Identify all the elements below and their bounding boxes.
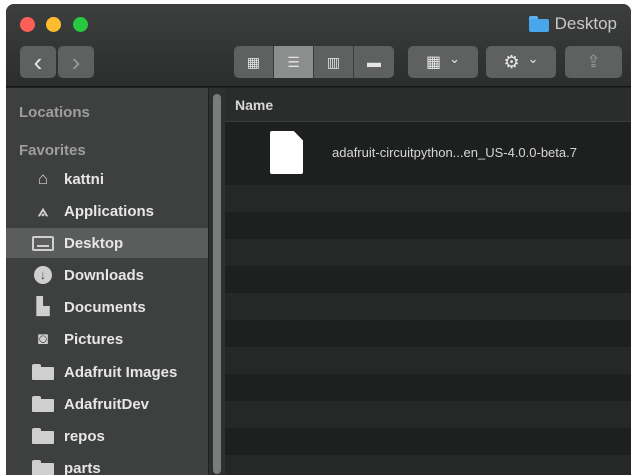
sidebar-item-adafruit-images[interactable]: Adafruit Images — [6, 357, 208, 387]
sidebar-item-label: Documents — [64, 298, 146, 316]
gallery-view-button[interactable]: ▬ — [354, 46, 394, 78]
empty-row — [225, 428, 631, 455]
sidebar-locations-header: Locations — [19, 104, 90, 121]
folder-icon — [32, 394, 54, 414]
sidebar-item-label: Downloads — [64, 266, 145, 284]
empty-row — [225, 239, 631, 266]
folder-icon — [528, 16, 549, 32]
minimize-button[interactable] — [46, 17, 61, 32]
sidebar-item-label: Applications — [64, 202, 155, 220]
empty-row — [225, 212, 631, 239]
column-header-label: Name — [235, 96, 274, 113]
gallery-view-icon: ▬ — [367, 54, 381, 70]
finder-window: Desktop ‹ › ▦ ☰ ▥ ▬ ▦ ⌄ ⚙ ⌄ ⇪ Locations … — [6, 4, 631, 475]
empty-row — [225, 347, 631, 374]
window-title-text: Desktop — [554, 14, 617, 33]
column-header-name[interactable]: Name — [225, 88, 631, 122]
file-row[interactable]: adafruit-circuitpython...en_US-4.0.0-bet… — [225, 123, 631, 185]
empty-row — [225, 266, 631, 293]
view-mode-control: ▦ ☰ ▥ ▬ — [234, 46, 394, 78]
file-list: Name adafruit-circuitpython...en_US-4.0.… — [225, 88, 631, 475]
home-icon: ⌂ — [37, 169, 49, 188]
window-title: Desktop — [528, 14, 617, 34]
maximize-button[interactable] — [73, 17, 88, 32]
column-view-icon: ▥ — [326, 53, 341, 70]
column-view-button[interactable]: ▥ — [314, 46, 354, 78]
sidebar-item-documents[interactable]: ▙ Documents — [6, 292, 208, 322]
empty-row — [225, 293, 631, 320]
action-button[interactable]: ⚙ ⌄ — [486, 46, 556, 78]
folder-icon — [32, 458, 54, 475]
sidebar-item-label: AdafruitDev — [64, 395, 150, 413]
sidebar-item-adafruitdev[interactable]: AdafruitDev — [6, 389, 208, 419]
back-button[interactable]: ‹ — [20, 46, 56, 78]
sidebar-item-kattni[interactable]: ⌂ kattni — [6, 164, 208, 194]
close-button[interactable] — [20, 17, 35, 32]
share-button[interactable]: ⇪ — [565, 46, 622, 78]
forward-button[interactable]: › — [58, 46, 94, 78]
folder-icon — [32, 362, 54, 382]
gear-icon: ⚙ — [503, 51, 520, 72]
folder-icon — [32, 426, 54, 446]
share-icon: ⇪ — [586, 52, 601, 71]
sidebar-item-label: parts — [64, 459, 101, 475]
toolbar: Desktop ‹ › ▦ ☰ ▥ ▬ ▦ ⌄ ⚙ ⌄ ⇪ — [6, 4, 631, 87]
sidebar-scrollbar-thumb[interactable] — [213, 94, 221, 474]
chevron-down-icon: ⌄ — [449, 51, 461, 66]
empty-row — [225, 185, 631, 212]
document-icon — [270, 131, 303, 174]
sidebar-item-parts[interactable]: parts — [6, 453, 208, 475]
sidebar-item-downloads[interactable]: ↓ Downloads — [6, 260, 208, 290]
chevron-down-icon: ⌄ — [527, 51, 539, 66]
documents-icon: ▙ — [36, 297, 50, 316]
sidebar-item-label: repos — [64, 427, 105, 445]
chevron-left-icon: ‹ — [33, 47, 43, 77]
arrange-button[interactable]: ▦ ⌄ — [408, 46, 478, 78]
empty-row — [225, 320, 631, 347]
list-view-button[interactable]: ☰ — [274, 46, 314, 78]
sidebar-item-desktop[interactable]: Desktop — [6, 228, 208, 258]
arrange-icon: ▦ — [425, 54, 442, 71]
empty-row — [225, 374, 631, 401]
sidebar: Locations Favorites ⌂ kattni ⟑ Applicati… — [6, 88, 208, 475]
chevron-right-icon: › — [71, 47, 81, 77]
empty-row — [225, 455, 631, 475]
sidebar-item-repos[interactable]: repos — [6, 421, 208, 451]
icon-view-button[interactable]: ▦ — [234, 46, 274, 78]
pictures-icon: ◙ — [37, 329, 49, 348]
sidebar-scrollbar[interactable] — [209, 88, 225, 475]
file-name: adafruit-circuitpython...en_US-4.0.0-bet… — [332, 145, 577, 160]
desktop-icon — [32, 233, 54, 253]
applications-icon: ⟑ — [37, 201, 49, 220]
sidebar-favorites-header: Favorites — [19, 142, 86, 159]
sidebar-item-label: kattni — [64, 170, 105, 188]
sidebar-item-pictures[interactable]: ◙ Pictures — [6, 324, 208, 354]
sidebar-item-label: Pictures — [64, 330, 124, 348]
sidebar-item-label: Adafruit Images — [64, 363, 178, 381]
empty-row — [225, 401, 631, 428]
list-view-icon: ☰ — [287, 53, 300, 70]
sidebar-item-label: Desktop — [64, 234, 124, 252]
downloads-icon: ↓ — [32, 265, 54, 285]
sidebar-item-applications[interactable]: ⟑ Applications — [6, 196, 208, 226]
icon-view-icon: ▦ — [246, 53, 261, 70]
